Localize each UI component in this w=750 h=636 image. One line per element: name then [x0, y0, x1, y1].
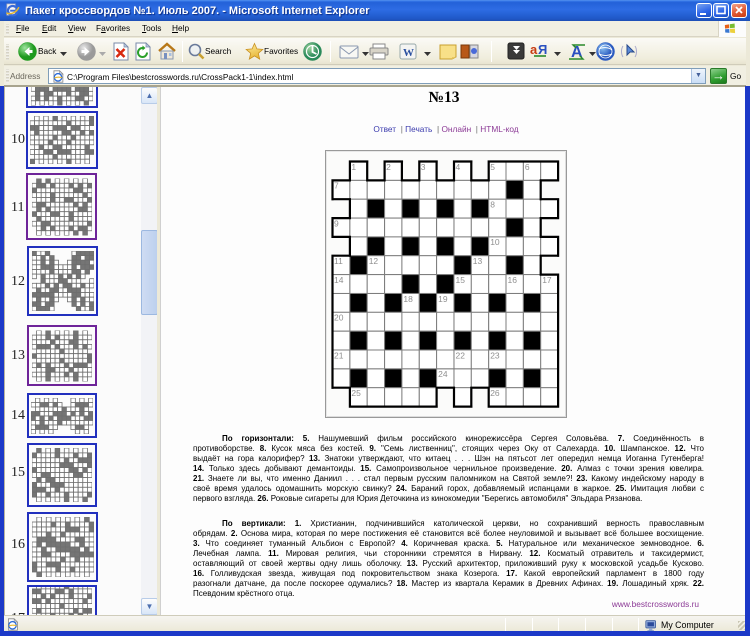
svg-text:2: 2 — [386, 162, 391, 172]
svg-text:11: 11 — [334, 256, 343, 266]
svg-text:17: 17 — [542, 275, 552, 285]
svg-text:а: а — [530, 42, 538, 57]
svg-text:26: 26 — [490, 388, 500, 398]
svg-text:15: 15 — [456, 275, 466, 285]
svg-text:12: 12 — [369, 256, 379, 266]
svg-text:19: 19 — [438, 294, 448, 304]
svg-text:8: 8 — [490, 200, 495, 210]
svg-text:23: 23 — [490, 350, 500, 360]
svg-text:14: 14 — [334, 275, 344, 285]
svg-text:20: 20 — [334, 313, 344, 323]
svg-text:1: 1 — [351, 162, 356, 172]
svg-text:7: 7 — [334, 181, 339, 191]
svg-text:4: 4 — [456, 162, 461, 172]
svg-text:Я: Я — [538, 42, 547, 57]
svg-text:9: 9 — [334, 218, 339, 228]
svg-text:13: 13 — [473, 256, 483, 266]
svg-text:21: 21 — [334, 350, 344, 360]
svg-text:25: 25 — [351, 388, 361, 398]
svg-text:22: 22 — [456, 350, 466, 360]
svg-text:18: 18 — [403, 294, 413, 304]
svg-text:W: W — [403, 47, 414, 59]
svg-text:5: 5 — [490, 162, 495, 172]
svg-text:6: 6 — [525, 162, 530, 172]
svg-text:10: 10 — [490, 237, 500, 247]
svg-text:16: 16 — [508, 275, 518, 285]
svg-text:24: 24 — [438, 369, 448, 379]
svg-text:3: 3 — [421, 162, 426, 172]
